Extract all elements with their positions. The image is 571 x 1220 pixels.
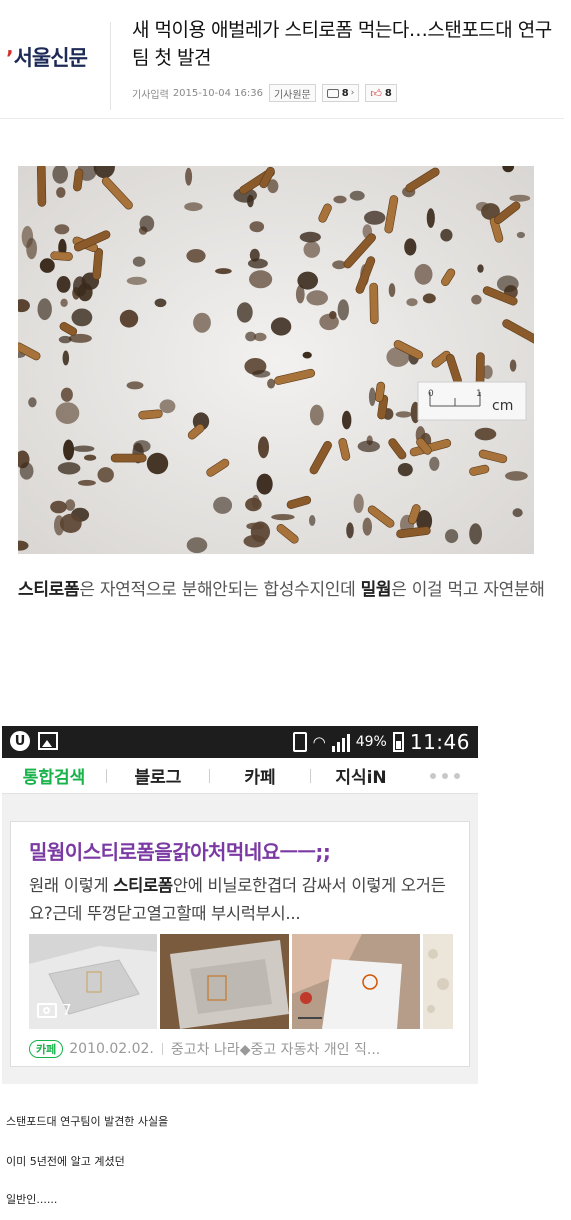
thumbnail-1[interactable]: 7 — [29, 934, 158, 1029]
battery-percent: 49% — [355, 734, 387, 750]
caption-keyword-mealworm: 밀웜 — [360, 580, 392, 600]
mealworms-on-styrofoam-image: 0 1 cm — [18, 166, 534, 554]
thumbnail-3[interactable] — [291, 934, 421, 1029]
publisher-name: 서울신문 — [13, 46, 88, 70]
result-snippet: 원래 이렇게 스티로폼안에 비닐로한겹더 감싸서 이렇게 오거든요?근데 뚜껑닫… — [29, 876, 446, 923]
comment-icon — [326, 88, 339, 98]
cafe-badge: 카페 — [29, 1040, 64, 1058]
publisher-logo[interactable]: ʼ서울신문 — [6, 42, 88, 72]
article-photo: 0 1 cm — [18, 166, 534, 554]
tab-blog[interactable]: 블로그 — [107, 758, 209, 794]
tab-cafe[interactable]: 카페 — [210, 758, 310, 794]
note-line-1: 스탠포드대 연구팀이 발견한 사실을 — [6, 1115, 169, 1128]
search-tabs: 통합검색 블로그 카페 지식iN — [2, 758, 478, 794]
result-source[interactable]: 중고차 나라◆중고 자동차 개인 직... — [171, 1039, 380, 1059]
thumbs-up-icon: 👍︎ — [370, 86, 382, 100]
footer-divider — [161, 1043, 163, 1055]
logo-divider — [110, 22, 111, 110]
original-article-button[interactable]: 기사원문 — [268, 84, 316, 102]
app-notification-icon: U — [10, 731, 30, 751]
header-divider — [0, 118, 564, 119]
comment-count: 8 — [341, 87, 349, 99]
comment-button[interactable]: 8 › — [321, 84, 360, 102]
article-header: ʼ서울신문 새 먹이용 애벌레가 스티로폼 먹는다…스탠포드대 연구팀 첫 발견… — [0, 0, 571, 118]
image-notification-icon — [38, 732, 58, 750]
search-result-card[interactable]: 밀웜이스티로폼을갉아처먹네요ㅡㅡ;; 원래 이렇게 스티로폼안에 비닐로한겹더 … — [10, 821, 470, 1067]
clock: 11:46 — [409, 730, 470, 754]
caption-keyword-styrofoam: 스티로폼 — [18, 580, 80, 600]
note-line-2: 이미 5년전에 알고 계셨던 — [6, 1155, 125, 1168]
status-bar: U ◠ 49% 11:46 — [2, 726, 478, 758]
scale-card: 0 1 cm — [417, 381, 527, 421]
result-title[interactable]: 밀웜이스티로폼을갉아처먹네요ㅡㅡ;; — [29, 836, 331, 865]
styrofoam-texture-image — [423, 934, 453, 1029]
like-count: 8 — [384, 87, 392, 99]
battery-icon — [392, 732, 404, 752]
result-footer: 카페 2010.02.02. 중고차 나라◆중고 자동차 개인 직... — [29, 1039, 459, 1059]
more-tabs-icon[interactable] — [411, 772, 478, 779]
note-line-3: 일반인...... — [6, 1193, 58, 1206]
article-meta: 기사입력 2015-10-04 16:36 기사원문 8 › 👍︎ 8 — [132, 83, 397, 103]
box-closeup-image — [160, 934, 289, 1029]
vibrate-icon — [292, 732, 307, 752]
caption-text-1: 은 자연적으로 분해안되는 합성수지인데 — [79, 580, 361, 600]
tab-integrated-search[interactable]: 통합검색 — [2, 758, 106, 794]
thumbnail-2[interactable] — [160, 934, 289, 1029]
photo-caption: 스티로폼은 자연적으로 분해안되는 합성수지인데 밀웜은 이걸 먹고 자연분해 — [18, 576, 558, 604]
published-datetime: 2015-10-04 16:36 — [172, 87, 263, 99]
result-thumbnails: 7 — [29, 934, 453, 1029]
scale-start: 0 — [428, 389, 434, 399]
scale-end: 1 — [476, 389, 482, 399]
signal-icon — [331, 732, 350, 752]
phone-screenshot: U ◠ 49% 11:46 통합검색 블로그 카페 지식iN 밀웜이스티로폼을갉… — [2, 726, 478, 1084]
image-count: 7 — [37, 1001, 72, 1019]
logo-mark: ʼ — [6, 46, 14, 70]
like-button[interactable]: 👍︎ 8 — [365, 84, 397, 102]
camera-icon — [37, 1002, 57, 1018]
published-label: 기사입력 — [132, 89, 169, 101]
tab-knowledge-in[interactable]: 지식iN — [311, 758, 411, 794]
chevron-right-icon: › — [350, 88, 355, 98]
article-headline: 새 먹이용 애벌레가 스티로폼 먹는다…스탠포드대 연구팀 첫 발견 — [132, 19, 552, 69]
result-date: 2010.02.02. — [69, 1041, 154, 1057]
hand-holding-paper-image — [291, 934, 421, 1029]
scale-unit: cm — [492, 398, 513, 414]
thumbnail-4[interactable] — [423, 934, 453, 1029]
caption-text-2: 은 이걸 먹고 자연분해 — [391, 580, 545, 600]
wifi-icon: ◠ — [312, 733, 326, 751]
